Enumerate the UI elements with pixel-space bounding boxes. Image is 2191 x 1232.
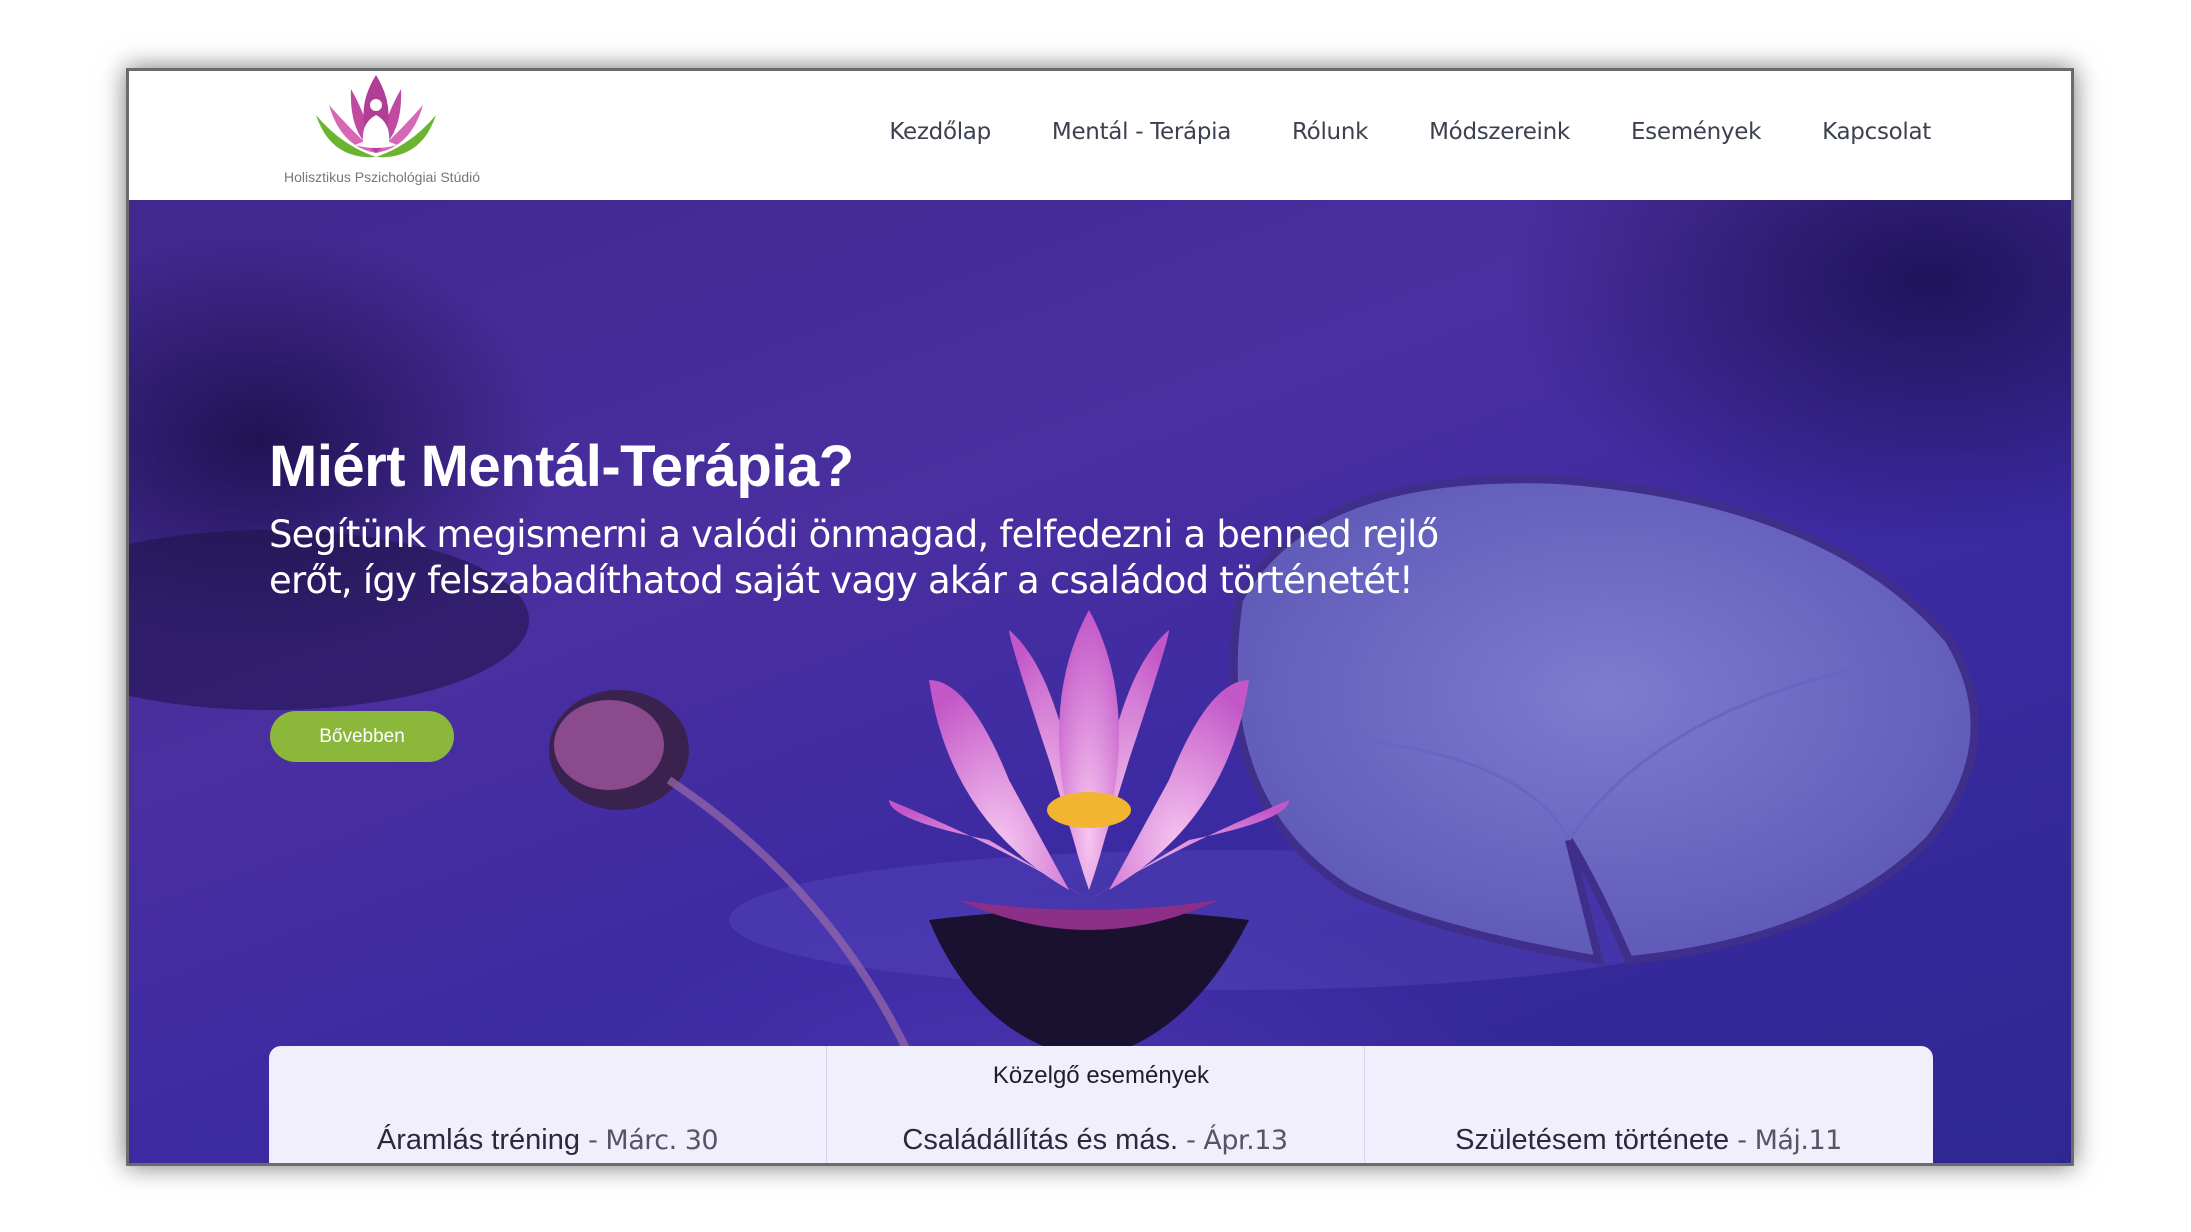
event-name: Születésem története bbox=[1455, 1124, 1730, 1156]
event-name: Családállítás és más. bbox=[902, 1124, 1179, 1156]
event-date: - Márc. 30 bbox=[579, 1125, 719, 1156]
brand-name: Holisztikus Pszichológiai Stúdió bbox=[283, 169, 481, 185]
browser-frame: Holisztikus Pszichológiai Stúdió Kezdőla… bbox=[126, 68, 2074, 1166]
event-date: - Máj.11 bbox=[1729, 1125, 1842, 1156]
nav-item-esemenyek[interactable]: Események bbox=[1631, 119, 1761, 145]
main-nav: Kezdőlap Mentál - Terápia Rólunk Módszer… bbox=[889, 119, 1931, 145]
event-name: Áramlás tréning bbox=[376, 1124, 580, 1156]
nav-item-modszereink[interactable]: Módszereink bbox=[1429, 119, 1570, 145]
hero-subtitle: Segítünk megismerni a valódi önmagad, fe… bbox=[269, 513, 1439, 602]
site-header: Holisztikus Pszichológiai Stúdió Kezdőla… bbox=[129, 71, 2071, 200]
nav-item-kapcsolat[interactable]: Kapcsolat bbox=[1822, 119, 1931, 145]
hero-section: Miért Mentál-Terápia? Segítünk megismern… bbox=[129, 200, 2071, 1163]
nav-item-mental-terapia[interactable]: Mentál - Terápia bbox=[1052, 119, 1231, 145]
events-title: Közelgő események bbox=[992, 1062, 1210, 1089]
event-date: - Ápr.13 bbox=[1178, 1125, 1288, 1156]
nav-item-rolunk[interactable]: Rólunk bbox=[1292, 119, 1368, 145]
more-button[interactable]: Bővebben bbox=[270, 711, 454, 762]
upcoming-events-panel: Közelgő események Áramlás tréning - Márc… bbox=[269, 1046, 1933, 1163]
lotus-logo-icon bbox=[316, 75, 436, 158]
lotus-pond-image bbox=[129, 475, 1979, 1102]
hero-title: Miért Mentál-Terápia? bbox=[269, 434, 854, 499]
logo[interactable]: Holisztikus Pszichológiai Stúdió bbox=[269, 75, 495, 195]
nav-item-kezdolap[interactable]: Kezdőlap bbox=[889, 119, 991, 145]
event-item[interactable]: Áramlás tréning - Márc. 30 bbox=[269, 1124, 826, 1157]
event-item[interactable]: Születésem története - Máj.11 bbox=[1364, 1124, 1933, 1157]
event-item[interactable]: Családállítás és más. - Ápr.13 bbox=[826, 1124, 1364, 1157]
